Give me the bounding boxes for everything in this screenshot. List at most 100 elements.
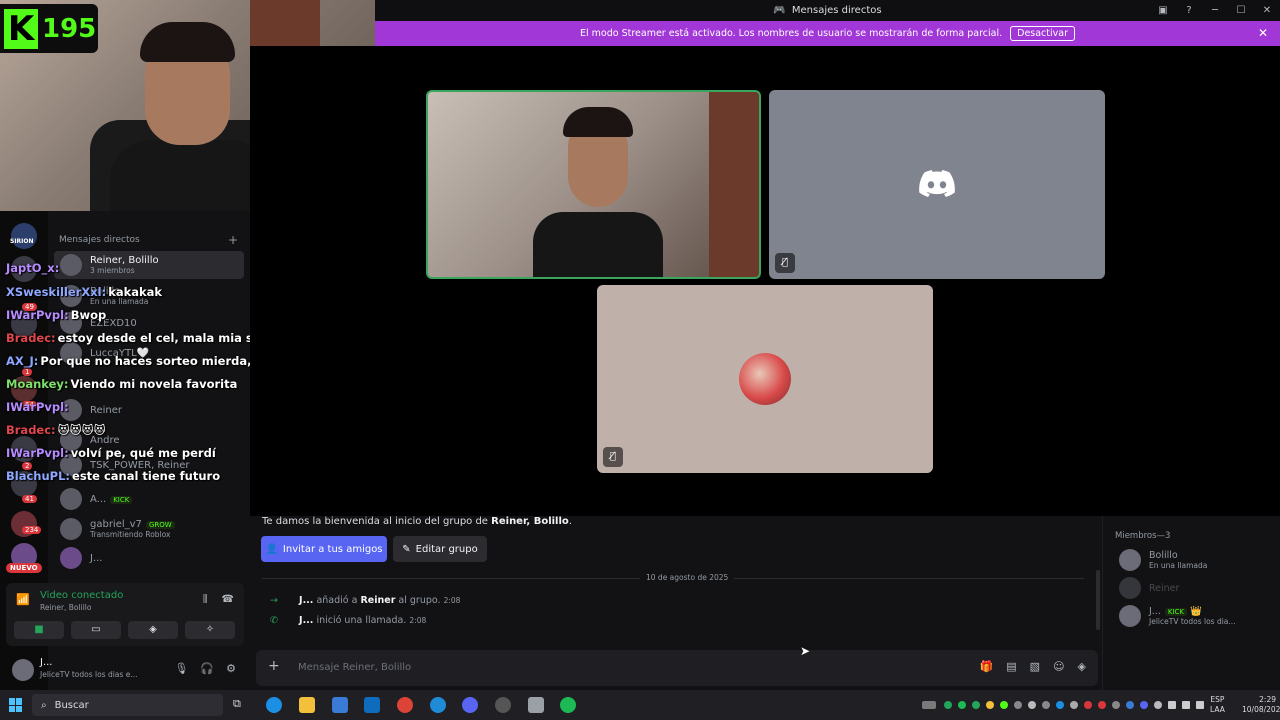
close-window-button[interactable]: ✕ <box>1254 5 1280 16</box>
search-icon: ⌕ <box>41 699 47 711</box>
dm-sub: Transmitiendo Roblox <box>90 530 171 539</box>
inbox-icon[interactable]: ▣ <box>1150 5 1176 16</box>
tray-icon[interactable] <box>1084 701 1092 709</box>
tray-icon[interactable] <box>1042 701 1050 709</box>
app-icon[interactable] <box>528 697 544 713</box>
chat-username: AX_J: <box>6 354 39 368</box>
camera-button[interactable]: ■ <box>14 621 64 639</box>
user-status: JeliceTV todos los dias e... <box>40 670 138 679</box>
minimize-button[interactable]: ─ <box>1202 5 1228 16</box>
tray-icon[interactable] <box>986 701 994 709</box>
video-tile-self[interactable] <box>426 90 761 279</box>
maximize-button[interactable]: ☐ <box>1228 5 1254 16</box>
taskbar-clock[interactable]: 2:29 10/08/2025 <box>1242 695 1280 715</box>
voice-status: Video conectado <box>40 590 124 601</box>
sticker-icon[interactable]: ▧ <box>1030 660 1040 673</box>
avatar[interactable] <box>12 659 34 681</box>
discord-taskbar-icon[interactable] <box>462 697 478 713</box>
dm-header: Mensajes directos <box>59 235 140 245</box>
battery-icon[interactable] <box>1196 701 1204 709</box>
date-divider: 10 de agosto de 2025 <box>262 573 1084 588</box>
help-icon[interactable]: ? <box>1176 5 1202 16</box>
signal-icon: 📶 <box>16 593 30 606</box>
chat-overlay-line: BlachuPL: este canal tiene futuro <box>6 469 220 483</box>
tray-icon[interactable] <box>1070 701 1078 709</box>
app-icon[interactable] <box>430 697 446 713</box>
chat-overlay-line: IWarPvpl: Bwop <box>6 308 106 322</box>
voice-connected-panel: 📶 Video conectado Reiner, Bolillo ⫼ ☎ ■ … <box>6 583 244 646</box>
microphone-icon[interactable]: 🎙 <box>174 662 188 675</box>
gif-icon[interactable]: ▤ <box>1006 660 1016 673</box>
invite-friends-button[interactable]: 👤 Invitar a tus amigos <box>261 536 387 562</box>
file-explorer-icon[interactable] <box>299 697 315 713</box>
attach-plus-icon[interactable]: + <box>268 658 280 674</box>
chat-message: 😻😻😻😻 <box>57 423 106 437</box>
task-view-icon[interactable]: ⧉ <box>233 697 249 713</box>
activity-icon[interactable]: ◈ <box>1078 660 1086 673</box>
network-icon[interactable] <box>1168 701 1176 709</box>
tray-icon[interactable] <box>1098 701 1106 709</box>
dm-name: gabriel_v7 <box>90 519 142 530</box>
chat-overlay-line: IWarPvpl: <box>6 400 71 414</box>
tray-icon[interactable] <box>1056 701 1064 709</box>
dm-item[interactable]: J... <box>54 544 244 572</box>
tray-icon[interactable] <box>1112 701 1120 709</box>
headphones-icon[interactable]: 🎧 <box>200 662 214 675</box>
dm-item-group[interactable]: Reiner, Bolillo 3 miembros <box>54 251 244 279</box>
edit-group-button[interactable]: ✎ Editar grupo <box>393 536 487 562</box>
windows-start-icon[interactable] <box>9 698 23 712</box>
member-item[interactable]: Bolillo En una llamada <box>1119 549 1207 571</box>
language-indicator[interactable]: ESP LAA <box>1210 695 1225 715</box>
tray-icon[interactable] <box>1014 701 1022 709</box>
chrome-icon[interactable] <box>397 697 413 713</box>
dm-sub: 3 miembros <box>90 266 135 275</box>
edge-icon[interactable] <box>266 697 282 713</box>
store-icon[interactable] <box>332 697 348 713</box>
video-tile-participant[interactable]: 🎙̸ <box>597 285 933 473</box>
add-dm-icon[interactable]: + <box>228 233 238 247</box>
tray-icon[interactable] <box>972 701 980 709</box>
spotify-tray-icon[interactable] <box>958 701 966 709</box>
dm-item[interactable]: Reiner <box>54 396 244 424</box>
dm-item[interactable]: gabriel_v7 GROW Transmitiendo Roblox <box>54 515 244 543</box>
screen-share-button[interactable]: ▭ <box>71 621 121 639</box>
avatar <box>1119 577 1141 599</box>
server-icon[interactable] <box>11 223 37 249</box>
spotify-icon[interactable] <box>560 697 576 713</box>
member-item[interactable]: Reiner <box>1119 577 1179 599</box>
tray-icon[interactable] <box>1000 701 1008 709</box>
taskbar-search[interactable]: ⌕ Buscar <box>32 694 223 716</box>
close-banner-icon[interactable]: ✕ <box>1258 26 1268 40</box>
gift-icon[interactable]: 🎁 <box>980 660 994 673</box>
video-tile-participant[interactable]: 🎙̸ <box>769 90 1105 279</box>
activity-button[interactable]: ◈ <box>128 621 178 639</box>
keyboard-icon[interactable] <box>922 701 936 709</box>
dm-item[interactable]: A... KICK <box>54 485 244 513</box>
settings-icon[interactable]: ⚙ <box>226 662 236 675</box>
disconnect-icon[interactable]: ☎ <box>222 594 234 605</box>
tray-icon[interactable] <box>1126 701 1134 709</box>
chat-overlay-line: Bradec: 😻😻😻😻 <box>6 423 106 437</box>
voice-channel[interactable]: Reiner, Bolillo <box>40 603 91 612</box>
obs-icon[interactable] <box>495 697 511 713</box>
chat-scrollbar[interactable] <box>1096 570 1100 630</box>
avatar <box>60 547 82 569</box>
tray-icon[interactable] <box>1154 701 1162 709</box>
member-item[interactable]: J... KICK 👑 JeliceTV todos los dia... <box>1119 605 1236 627</box>
tray-icon[interactable] <box>1028 701 1036 709</box>
tray-icon[interactable] <box>944 701 952 709</box>
emoji-icon[interactable]: ☺ <box>1053 660 1064 673</box>
tray-icon[interactable] <box>1140 701 1148 709</box>
message-input[interactable]: Mensaje Reiner, Bolillo <box>298 662 411 673</box>
chat-username: Moankey: <box>6 377 69 391</box>
message-composer[interactable]: + Mensaje Reiner, Bolillo 🎁 ▤ ▧ ☺ ◈ <box>256 650 1098 686</box>
dm-name: A... <box>90 493 107 505</box>
outlook-icon[interactable] <box>364 697 380 713</box>
volume-icon[interactable] <box>1182 701 1190 709</box>
deactivate-streamer-button[interactable]: Desactivar <box>1010 26 1075 41</box>
noise-suppression-icon[interactable]: ⫼ <box>203 594 208 605</box>
soundboard-button[interactable]: ✧ <box>185 621 235 639</box>
avatar <box>60 518 82 540</box>
chat-username: BlachuPL: <box>6 469 71 483</box>
avatar <box>60 488 82 510</box>
